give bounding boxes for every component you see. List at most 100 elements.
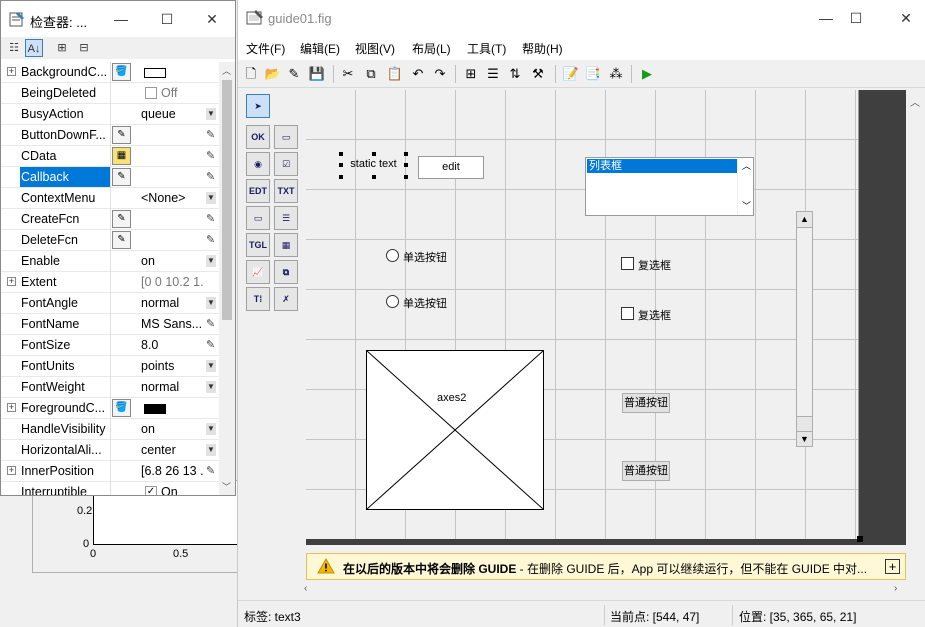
toggle-button-tool-icon[interactable]: TGL [246, 233, 270, 257]
listbox-item[interactable]: 列表框 [587, 159, 737, 173]
property-name[interactable]: FontName [20, 314, 110, 334]
chevron-down-icon[interactable]: ﹀ [222, 480, 231, 493]
chevron-left-icon[interactable]: ‹ [304, 583, 307, 594]
popup-menu-tool-icon[interactable]: ▭ [246, 206, 270, 230]
property-row[interactable]: FontUnits points ▼ [1, 356, 219, 377]
chevron-right-icon[interactable]: › [894, 583, 897, 594]
paste-icon[interactable]: 📋 [386, 65, 404, 83]
listbox-scrollbar[interactable]: ︿ ﹀ [737, 158, 753, 215]
minimize-button[interactable]: — [816, 8, 836, 28]
dropdown-arrow-icon[interactable]: ▼ [206, 297, 216, 309]
property-value[interactable]: [0 0 10.2 1.... [141, 272, 203, 292]
push-button-component[interactable]: 普通按钮 [622, 393, 670, 413]
property-row[interactable]: CreateFcn ✎ ✎ [1, 209, 219, 230]
property-row[interactable]: DeleteFcn ✎ ✎ [1, 230, 219, 251]
maximize-button[interactable]: ☐ [846, 8, 866, 28]
categorized-view-icon[interactable]: ☷ [5, 39, 23, 57]
push-button-component[interactable]: 普通按钮 [622, 461, 670, 481]
property-name[interactable]: ContextMenu [20, 188, 110, 208]
property-name[interactable]: Enable [20, 251, 110, 271]
expand-warning-button[interactable]: + [885, 559, 900, 574]
chevron-down-icon[interactable]: ▼ [797, 431, 812, 446]
chevron-up-icon[interactable]: ▲ [797, 212, 812, 227]
menu-file[interactable]: 文件(F) [246, 40, 285, 57]
table-tool-icon[interactable]: ▦ [274, 233, 298, 257]
radio-button-component[interactable]: 单选按钮 [386, 248, 476, 264]
chevron-up-icon[interactable]: ︿ [222, 64, 231, 77]
property-name[interactable]: InnerPosition [20, 461, 110, 481]
property-name[interactable]: HorizontalAli... [20, 440, 110, 460]
canvas-resize-handle[interactable] [857, 536, 863, 542]
selection-handle[interactable] [404, 152, 408, 156]
expand-icon[interactable]: + [7, 403, 16, 412]
dropdown-arrow-icon[interactable]: ▼ [206, 192, 216, 204]
pencil-icon[interactable]: ✎ [206, 338, 215, 351]
tab-order-icon[interactable]: ⇅ [506, 65, 524, 83]
property-name[interactable]: FontUnits [20, 356, 110, 376]
maximize-button[interactable]: ☐ [157, 9, 177, 29]
property-value[interactable]: normal [141, 377, 203, 397]
redo-icon[interactable]: ↷ [431, 65, 449, 83]
static-text-component[interactable]: static text [341, 154, 406, 175]
axes-tool-icon[interactable]: 📈 [246, 260, 270, 284]
property-row[interactable]: Interruptible ✓ On [1, 482, 219, 495]
save-icon[interactable]: 💾 [308, 65, 326, 83]
property-row[interactable]: ContextMenu <None> ▼ [1, 188, 219, 209]
object-browser-icon[interactable]: ⁂ [607, 65, 625, 83]
callback-icon[interactable]: ✎ [112, 168, 131, 186]
open-editor-icon[interactable]: ✎ [285, 65, 303, 83]
panel-tool-icon[interactable]: ⧉ [274, 260, 298, 284]
toolbar-editor-icon[interactable]: ⚒ [529, 65, 547, 83]
property-row[interactable]: FontSize 8.0 ✎ [1, 335, 219, 356]
property-row[interactable]: BusyAction queue ▼ [1, 104, 219, 125]
chevron-up-icon[interactable]: ︿ [910, 94, 920, 109]
dropdown-arrow-icon[interactable]: ▼ [206, 444, 216, 456]
axes-component[interactable]: axes2 [366, 350, 544, 510]
listbox-tool-icon[interactable]: ☰ [274, 206, 298, 230]
collapse-all-icon[interactable]: ⊟ [75, 39, 93, 57]
checkbox-component[interactable]: 复选框 [621, 256, 691, 272]
property-row[interactable]: HorizontalAli... center ▼ [1, 440, 219, 461]
property-value[interactable]: normal [141, 293, 203, 313]
property-value[interactable]: center [141, 440, 203, 460]
property-row[interactable]: Callback ✎ ✎ [1, 167, 219, 188]
align-icon[interactable]: ⊞ [462, 65, 480, 83]
dropdown-arrow-icon[interactable]: ▼ [206, 381, 216, 393]
pencil-icon[interactable]: ✎ [206, 212, 215, 225]
dropdown-arrow-icon[interactable]: ▼ [206, 255, 216, 267]
property-name[interactable]: Extent [20, 272, 110, 292]
pushbutton-tool-icon[interactable]: OK [246, 125, 270, 149]
pencil-icon[interactable]: ✎ [206, 464, 215, 477]
copy-icon[interactable]: ⧉ [362, 65, 380, 83]
property-value[interactable]: points [141, 356, 203, 376]
chevron-up-icon[interactable]: ︿ [742, 159, 751, 172]
callback-icon[interactable]: ✎ [112, 210, 131, 228]
cut-icon[interactable]: ✂ [339, 65, 357, 83]
property-list-scrollbar[interactable]: ︿ ﹀ [219, 62, 235, 495]
menu-layout[interactable]: 布局(L) [412, 40, 451, 57]
checkbox-icon[interactable] [145, 87, 157, 99]
expand-icon[interactable]: + [7, 277, 16, 286]
property-name[interactable]: FontWeight [20, 377, 110, 397]
property-row[interactable]: ButtonDownF... ✎ ✎ [1, 125, 219, 146]
property-row[interactable]: FontAngle normal ▼ [1, 293, 219, 314]
pencil-icon[interactable]: ✎ [206, 149, 215, 162]
color-swatch[interactable] [144, 404, 166, 414]
m-file-editor-icon[interactable]: 📝 [562, 65, 580, 83]
property-row[interactable]: FontName MS Sans... ✎ [1, 314, 219, 335]
paint-bucket-icon[interactable]: 🪣 [112, 399, 131, 417]
property-name[interactable]: HandleVisibility [20, 419, 110, 439]
checkbox-checked-icon[interactable]: ✓ [145, 486, 157, 495]
layout-canvas[interactable]: static text edit 列表框 ︿ ﹀ 单选按钮 单选按钮 复选框 复… [306, 90, 863, 542]
activex-tool-icon[interactable]: ✗ [274, 287, 298, 311]
close-button[interactable]: ✕ [202, 9, 222, 29]
select-tool-icon[interactable]: ➤ [246, 94, 270, 118]
pencil-icon[interactable]: ✎ [206, 233, 215, 246]
menu-editor-icon[interactable]: ☰ [484, 65, 502, 83]
checkbox-component[interactable]: 复选框 [621, 306, 691, 322]
property-row[interactable]: HandleVisibility on ▼ [1, 419, 219, 440]
property-value[interactable]: [6.8 26 13 ... [141, 461, 203, 481]
dropdown-arrow-icon[interactable]: ▼ [206, 360, 216, 372]
chevron-down-icon[interactable]: ﹀ [742, 199, 751, 212]
grid-icon[interactable]: ▦ [112, 147, 131, 165]
